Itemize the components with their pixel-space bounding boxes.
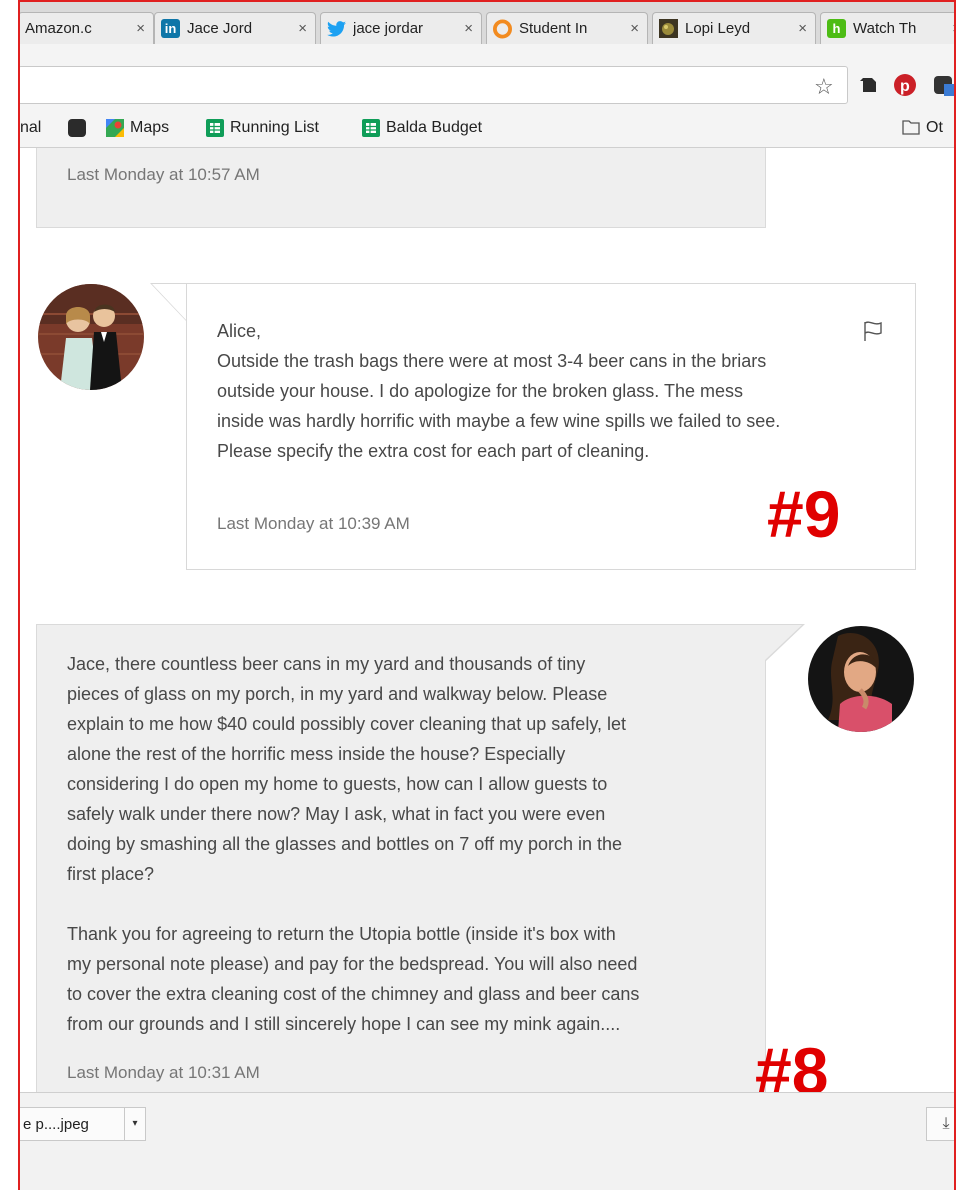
show-all-downloads-icon[interactable]: ⤓ <box>926 1107 954 1141</box>
other-bookmarks[interactable]: Ot <box>902 119 943 137</box>
download-shelf: e p....jpeg ▾ ⤓ <box>20 1092 954 1190</box>
message-line: my personal note please) and pay for the… <box>67 954 638 974</box>
tab-student[interactable]: Student In × <box>486 12 648 44</box>
tab-linkedin[interactable]: in Jace Jord × <box>154 12 316 44</box>
download-item[interactable]: e p....jpeg <box>20 1107 124 1141</box>
message-timestamp: Last Monday at 10:39 AM <box>217 514 410 533</box>
message-line: alone the rest of the horrific mess insi… <box>67 744 566 764</box>
bookmark-label: Running List <box>230 119 319 136</box>
bookmark-star-icon[interactable]: ☆ <box>814 74 834 100</box>
bookmark-label: nal <box>20 119 42 136</box>
bubble-pointer-fill <box>152 284 188 322</box>
close-icon[interactable]: × <box>798 20 807 37</box>
annotation-number: #8 <box>755 1034 829 1092</box>
download-menu-arrow-icon[interactable]: ▾ <box>124 1107 146 1141</box>
bubble-pointer-fill <box>764 625 802 661</box>
bookmark-balda-budget[interactable]: Balda Budget <box>362 119 482 137</box>
maps-icon <box>106 119 124 137</box>
tab-watch[interactable]: h Watch Th × <box>820 12 954 44</box>
annotation-number: #9 <box>767 477 841 551</box>
bookmark-item[interactable]: nal <box>20 119 41 137</box>
bookmark-evernote[interactable] <box>68 119 92 137</box>
flag-icon[interactable] <box>863 320 883 347</box>
message-line: outside your house. I do apologize for t… <box>217 381 743 401</box>
sheets-icon <box>206 119 224 137</box>
message-line: explain to me how $40 could possibly cov… <box>67 714 626 734</box>
bookmark-maps[interactable]: Maps <box>106 119 169 137</box>
message-line: Jace, there countless beer cans in my ya… <box>67 654 586 674</box>
address-bar[interactable] <box>20 66 848 104</box>
message-line: doing by smashing all the glasses and bo… <box>67 834 623 854</box>
download-filename: e p....jpeg <box>23 1115 89 1133</box>
close-icon[interactable]: × <box>136 20 145 37</box>
tab-label: Student In <box>519 20 588 37</box>
evernote-icon <box>68 119 86 137</box>
houzz-icon: h <box>827 19 846 38</box>
browser-toolbar: ☆ p <box>20 44 954 112</box>
frame-top-border <box>18 0 956 2</box>
tab-lopi[interactable]: Lopi Leyd × <box>652 12 816 44</box>
message-line: pieces of glass on my porch, in my yard … <box>67 684 608 704</box>
bookmark-label: Ot <box>926 119 943 136</box>
tab-strip: Amazon.c × in Jace Jord × jace jordar × … <box>20 2 954 44</box>
bookmark-label: Balda Budget <box>386 119 483 136</box>
folder-icon <box>902 119 920 137</box>
message-body: Jace, there countless beer cans in my ya… <box>67 649 639 1039</box>
message-timestamp: Last Monday at 10:57 AM <box>67 165 260 184</box>
message-bubble: Last Monday at 10:57 AM <box>36 148 766 228</box>
message-line: considering I do open my home to guests,… <box>67 774 608 794</box>
close-icon[interactable]: × <box>464 20 473 37</box>
twitter-icon <box>327 19 346 38</box>
message-line: Alice, <box>217 321 262 341</box>
bookmark-running-list[interactable]: Running List <box>206 119 319 137</box>
tab-label: Watch Th <box>853 20 917 37</box>
svg-text:p: p <box>900 78 910 95</box>
message-timestamp: Last Monday at 10:31 AM <box>67 1063 260 1082</box>
photo-icon <box>659 19 678 38</box>
tab-twitter[interactable]: jace jordar × <box>320 12 482 44</box>
bookmark-label: Maps <box>130 119 170 136</box>
message-line: first place? <box>67 864 155 884</box>
message-line: Thank you for agreeing to return the Uto… <box>67 924 616 944</box>
message-thread: Last Monday at 10:57 AM Alice, Outside t… <box>20 148 954 1092</box>
linkedin-icon: in <box>161 19 180 38</box>
avatar[interactable] <box>38 284 144 390</box>
bookmarks-bar: nal Maps Running List Balda Budget Ot <box>20 112 954 148</box>
tab-label: Amazon.c <box>25 20 92 37</box>
avatar[interactable] <box>808 626 914 732</box>
message-line: to cover the extra cleaning cost of the … <box>67 984 640 1004</box>
close-icon[interactable]: × <box>952 20 954 37</box>
tab-label: jace jordar <box>353 20 424 37</box>
message-line: Outside the trash bags there were at mos… <box>217 351 767 371</box>
tab-label: Lopi Leyd <box>685 20 751 37</box>
message-bubble: Alice, Outside the trash bags there were… <box>186 283 916 570</box>
tab-label: Jace Jord <box>187 20 253 37</box>
close-icon[interactable]: × <box>298 20 307 37</box>
message-line: from our grounds and I still sincerely h… <box>67 1014 621 1034</box>
tab-amazon[interactable]: Amazon.c × <box>20 12 154 44</box>
message-line: safely walk under there now? May I ask, … <box>67 804 606 824</box>
extension-icon[interactable] <box>932 74 954 96</box>
message-bubble: Jace, there countless beer cans in my ya… <box>36 624 828 1092</box>
message-body: Alice, Outside the trash bags there were… <box>217 316 780 466</box>
evernote-extension-icon[interactable] <box>858 74 880 96</box>
message-line: inside was hardly horrific with maybe a … <box>217 411 781 431</box>
sheets-icon <box>362 119 380 137</box>
close-icon[interactable]: × <box>630 20 639 37</box>
opera-icon <box>493 19 512 38</box>
message-line: Please specify the extra cost for each p… <box>217 441 650 461</box>
screenshot-frame: Amazon.c × in Jace Jord × jace jordar × … <box>18 0 956 1190</box>
pinterest-extension-icon[interactable]: p <box>894 74 916 96</box>
